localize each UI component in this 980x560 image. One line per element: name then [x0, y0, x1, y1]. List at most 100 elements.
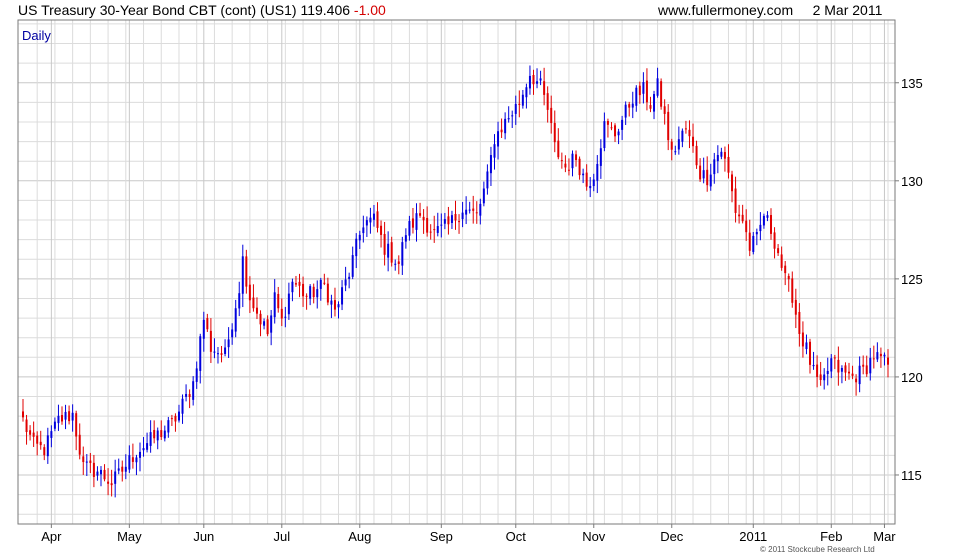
- candle: [560, 152, 563, 169]
- candle: [309, 284, 312, 306]
- candle: [263, 318, 266, 330]
- candle: [635, 85, 638, 112]
- candle: [461, 201, 464, 228]
- candle: [110, 469, 113, 497]
- candle: [798, 303, 801, 347]
- candle: [323, 273, 326, 286]
- candle: [511, 110, 514, 128]
- x-tick-label: Jun: [193, 529, 214, 544]
- candle: [96, 466, 99, 481]
- candle: [117, 458, 120, 475]
- candle: [206, 313, 209, 332]
- candle: [592, 173, 595, 192]
- candle: [660, 78, 663, 110]
- candle: [486, 164, 489, 195]
- candle: [351, 246, 354, 280]
- x-axis: Apr May Jun Jul Aug Sep Oct Nov Dec 2011 Feb Mar: [41, 524, 896, 544]
- candle: [454, 200, 457, 230]
- candle: [844, 362, 847, 381]
- candle: [525, 83, 528, 109]
- candle: [387, 231, 390, 272]
- candlesticks: [22, 65, 889, 498]
- candle: [497, 121, 500, 160]
- candle: [411, 207, 414, 234]
- candle: [670, 138, 673, 161]
- candle: [199, 333, 202, 384]
- interval-label: Daily: [22, 28, 51, 43]
- candle: [770, 208, 773, 240]
- candle: [128, 445, 131, 473]
- candle: [224, 339, 227, 357]
- candle: [422, 209, 425, 234]
- candle: [447, 206, 450, 235]
- candle: [869, 347, 872, 381]
- candle: [252, 284, 255, 312]
- candle: [794, 288, 797, 329]
- candle: [138, 442, 141, 472]
- candle: [482, 181, 485, 207]
- candle: [135, 454, 138, 476]
- candle: [149, 420, 152, 453]
- candle: [624, 101, 627, 125]
- candle: [29, 425, 32, 441]
- candle: [734, 176, 737, 223]
- candle: [468, 201, 471, 214]
- candle: [656, 67, 659, 98]
- candle: [745, 209, 748, 241]
- candle: [394, 259, 397, 271]
- candle: [599, 139, 602, 179]
- candle: [337, 301, 340, 319]
- x-tick-label: Feb: [820, 529, 842, 544]
- candle: [720, 147, 723, 160]
- candle: [681, 128, 684, 148]
- candle: [578, 156, 581, 180]
- candle: [543, 67, 546, 106]
- candle: [575, 150, 578, 167]
- candle: [39, 430, 42, 450]
- x-tick-label: Oct: [506, 529, 527, 544]
- x-tick-label: Sep: [430, 529, 453, 544]
- candle: [270, 309, 273, 346]
- candle: [663, 99, 666, 125]
- candle: [174, 413, 177, 432]
- candle: [227, 327, 230, 359]
- candle: [801, 321, 804, 358]
- candle: [858, 356, 861, 393]
- candle: [755, 228, 758, 246]
- candle: [213, 338, 216, 359]
- candle: [621, 115, 624, 140]
- candle: [695, 140, 698, 169]
- candle: [369, 207, 372, 234]
- candle: [887, 349, 889, 378]
- candle: [355, 233, 358, 269]
- candle: [546, 86, 549, 123]
- candle: [787, 273, 790, 292]
- candle: [614, 123, 617, 143]
- candle: [280, 298, 283, 327]
- candle: [514, 95, 517, 125]
- candle: [365, 216, 368, 237]
- y-axis: 115 120 125 130 135: [895, 76, 923, 483]
- candle: [92, 454, 95, 488]
- candle: [738, 204, 741, 224]
- candle: [153, 420, 156, 444]
- candle: [160, 420, 163, 440]
- candle: [75, 410, 78, 451]
- candle: [32, 421, 35, 447]
- candle: [298, 273, 301, 298]
- candle: [784, 261, 787, 286]
- candle: [248, 276, 251, 314]
- candle: [316, 280, 319, 309]
- candle: [390, 236, 393, 267]
- x-tick-label: Mar: [873, 529, 896, 544]
- candle: [521, 89, 524, 109]
- candle: [862, 355, 865, 375]
- candle: [326, 277, 329, 306]
- candle: [372, 204, 375, 227]
- candle: [220, 345, 223, 363]
- candle: [507, 106, 510, 123]
- candle: [188, 389, 191, 409]
- candle: [628, 101, 631, 117]
- candle: [415, 203, 418, 242]
- candle: [876, 342, 879, 363]
